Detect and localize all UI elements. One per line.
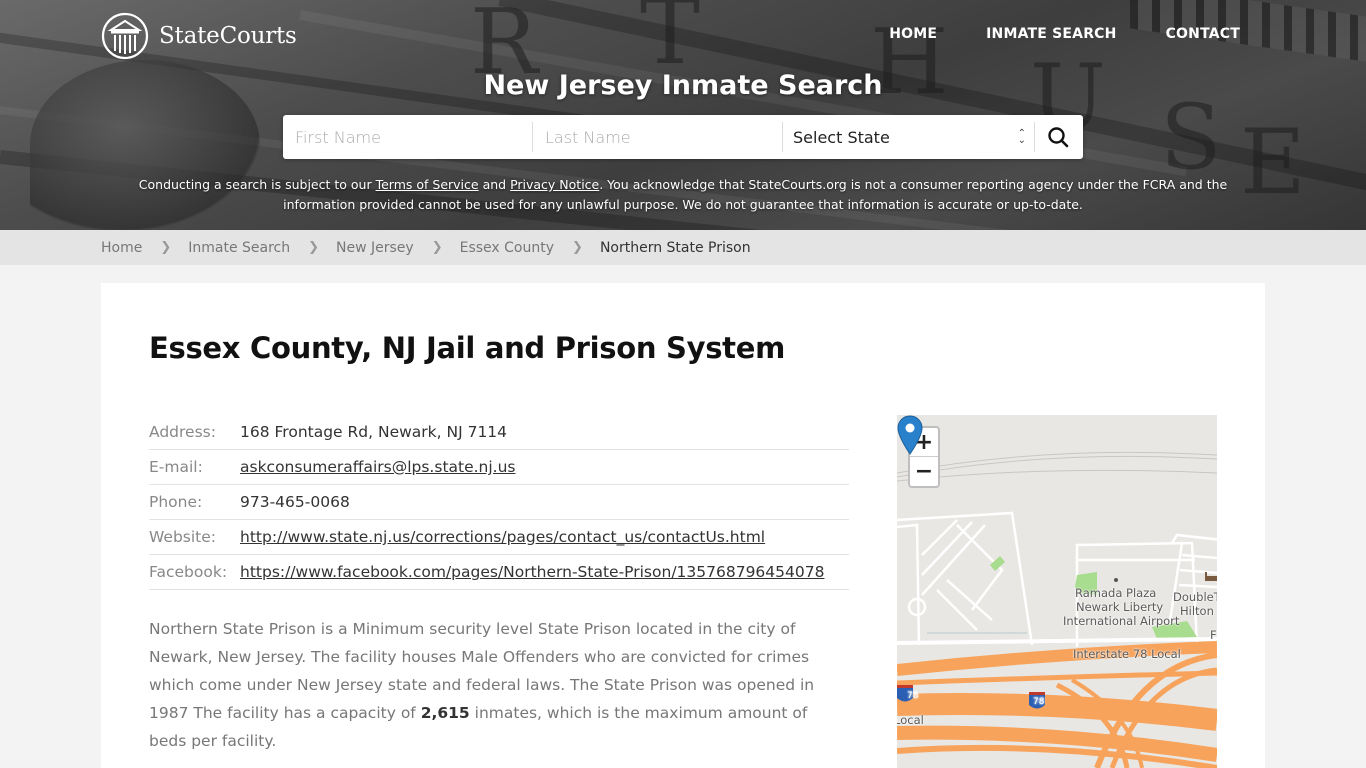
- location-map[interactable]: 78 78 Ramada Plaza Newark Liberty Intern…: [897, 415, 1217, 768]
- poi-label-ramada: Ramada Plaza: [1075, 586, 1157, 600]
- phone-value: 973-465-0068: [240, 484, 849, 520]
- info-row-website: Website: http://www.state.nj.us/correcti…: [149, 519, 849, 555]
- website-link[interactable]: http://www.state.nj.us/corrections/pages…: [240, 528, 765, 546]
- content-card: Essex County, NJ Jail and Prison System …: [101, 283, 1265, 768]
- breadcrumb-current: Northern State Prison: [599, 239, 751, 256]
- frontage-road: [897, 637, 1217, 645]
- courthouse-icon: [101, 12, 149, 60]
- nav-home[interactable]: HOME: [889, 26, 937, 42]
- search-icon: [1048, 127, 1069, 148]
- info-row-facebook: Facebook: https://www.facebook.com/pages…: [149, 554, 849, 590]
- logo[interactable]: StateCourts: [101, 12, 297, 60]
- road-label-i78-local: Interstate 78 Local: [1073, 647, 1181, 661]
- poi-label-ramada: Newark Liberty: [1076, 600, 1164, 614]
- park-area: [990, 556, 1005, 571]
- state-select[interactable]: Select State ⌃ ⌄: [783, 122, 1035, 152]
- inmate-search-form: Select State ⌃⌄: [283, 115, 1083, 159]
- map-edge-label: F: [1210, 628, 1217, 642]
- facebook-label: Facebook:: [149, 554, 240, 590]
- search-disclaimer: Conducting a search is subject to our Te…: [120, 175, 1246, 215]
- chevron-right-icon: ❯: [160, 240, 172, 255]
- breadcrumb-essex-county[interactable]: Essex County: [460, 240, 554, 256]
- facility-description: Northern State Prison is a Minimum secur…: [149, 615, 849, 755]
- info-row-email: E-mail: askconsumeraffairs@lps.state.nj.…: [149, 449, 849, 485]
- poi-label-ramada: International Airport: [1063, 614, 1180, 628]
- chevron-right-icon: ❯: [308, 240, 320, 255]
- privacy-notice-link[interactable]: Privacy Notice: [510, 177, 599, 192]
- email-cell: askconsumeraffairs@lps.state.nj.us: [240, 449, 849, 485]
- poi-dot: [1114, 578, 1118, 582]
- poi-label-doubletree: Hilton H: [1180, 604, 1217, 618]
- disclaimer-text: and: [478, 177, 511, 192]
- roundabout: [907, 597, 927, 617]
- facebook-cell: https://www.facebook.com/pages/Northern-…: [240, 554, 849, 590]
- chevron-right-icon: ❯: [431, 240, 443, 255]
- chevron-right-icon: ❯: [572, 240, 583, 255]
- zoom-out-button[interactable]: −: [910, 457, 938, 486]
- select-arrows-icon: ⌃ ⌄: [1017, 128, 1026, 146]
- capacity-value: 2,615: [420, 704, 470, 722]
- breadcrumb-inmate-search[interactable]: Inmate Search: [188, 240, 290, 256]
- last-name-input[interactable]: [533, 122, 783, 152]
- background-carving: E: [1240, 110, 1306, 215]
- railway-lines: [897, 451, 1217, 482]
- poi-label-doubletree: DoubleT: [1173, 590, 1217, 604]
- main-nav: HOME INMATE SEARCH CONTACT: [889, 26, 1240, 42]
- website-cell: http://www.state.nj.us/corrections/pages…: [240, 519, 849, 555]
- breadcrumb: Home ❯ Inmate Search ❯ New Jersey ❯ Esse…: [0, 230, 1366, 265]
- info-row-phone: Phone: 973-465-0068: [149, 484, 849, 520]
- search-button[interactable]: [1035, 115, 1081, 159]
- email-link[interactable]: askconsumeraffairs@lps.state.nj.us: [240, 458, 516, 476]
- website-label: Website:: [149, 519, 240, 555]
- road-label-local: Local: [897, 713, 924, 727]
- facility-info-table: Address: 168 Frontage Rd, Newark, NJ 711…: [149, 414, 849, 590]
- logo-text: StateCourts: [159, 23, 297, 49]
- phone-label: Phone:: [149, 484, 240, 520]
- breadcrumb-home[interactable]: Home: [101, 240, 142, 256]
- interstate-78: [897, 641, 1217, 768]
- first-name-input[interactable]: [283, 122, 533, 152]
- hero-title: New Jersey Inmate Search: [483, 70, 883, 101]
- facebook-link[interactable]: https://www.facebook.com/pages/Northern-…: [240, 563, 824, 581]
- map-marker-icon[interactable]: [897, 415, 923, 455]
- map-tiles: [897, 451, 1217, 768]
- email-label: E-mail:: [149, 449, 240, 485]
- page-title: Essex County, NJ Jail and Prison System: [149, 331, 786, 365]
- nav-inmate-search[interactable]: INMATE SEARCH: [986, 26, 1116, 42]
- hero-header: R T H U S E StateCourts HOME INMATE SEAR…: [0, 0, 1366, 230]
- breadcrumb-new-jersey[interactable]: New Jersey: [336, 240, 414, 256]
- disclaimer-text: Conducting a search is subject to our: [138, 177, 376, 192]
- address-label: Address:: [149, 414, 240, 450]
- terms-of-service-link[interactable]: Terms of Service: [376, 177, 479, 192]
- shield-label: 78: [1033, 697, 1045, 707]
- nav-contact[interactable]: CONTACT: [1166, 26, 1240, 42]
- state-select-value: Select State: [793, 127, 890, 147]
- shield-label: 78: [907, 691, 919, 701]
- address-value: 168 Frontage Rd, Newark, NJ 7114: [240, 414, 849, 450]
- info-row-address: Address: 168 Frontage Rd, Newark, NJ 711…: [149, 414, 849, 450]
